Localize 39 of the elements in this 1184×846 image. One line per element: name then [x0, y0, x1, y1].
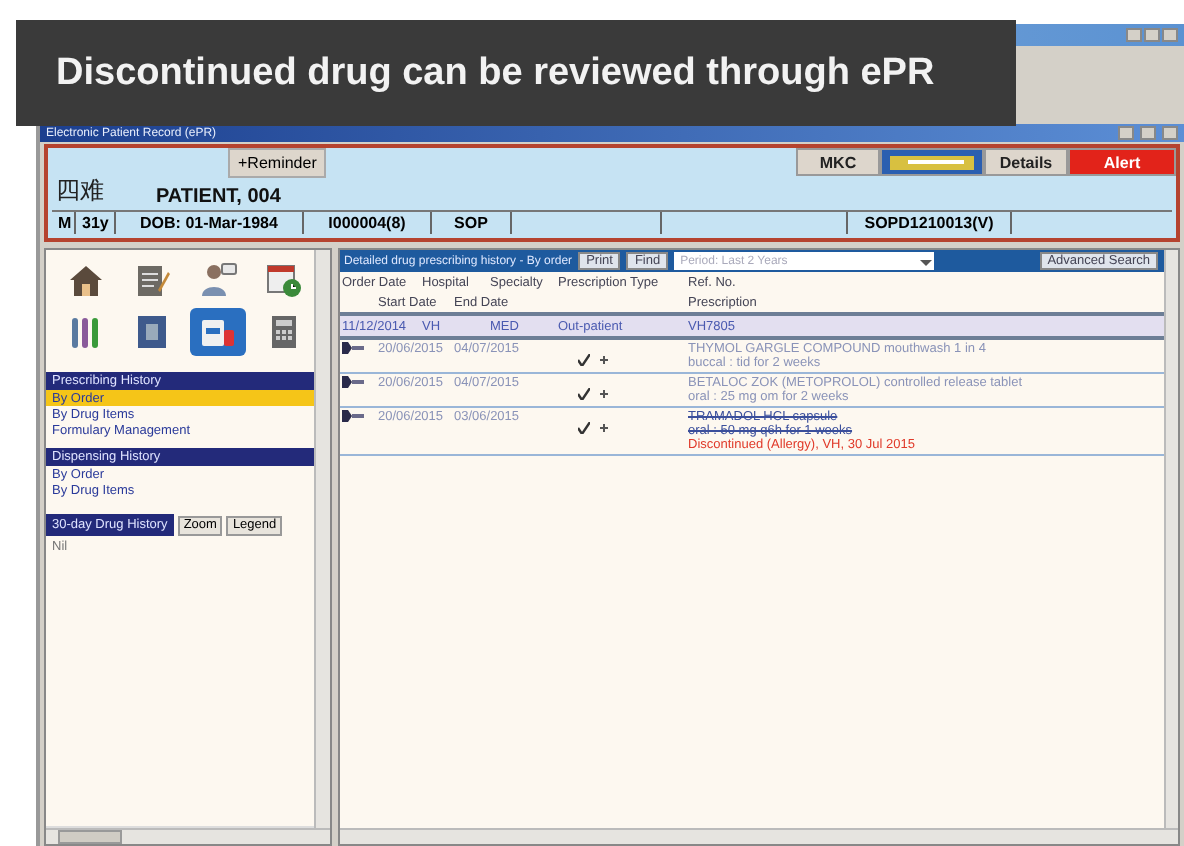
pill-icon [342, 410, 366, 422]
maximize-icon[interactable] [1144, 28, 1160, 42]
scrollbar[interactable] [46, 828, 330, 844]
minimize-icon[interactable] [1126, 28, 1142, 42]
chinese-name: 四难 [56, 174, 104, 208]
pill-icon [342, 342, 366, 354]
check-icon [578, 422, 590, 434]
details-button[interactable]: Details [984, 148, 1068, 176]
plus-icon [600, 424, 608, 432]
patient-info: DOB: 01-Mar-1984 [116, 212, 304, 234]
pill-icon [342, 376, 366, 388]
patient-info: M [52, 212, 76, 234]
scrollbar[interactable] [1164, 250, 1178, 828]
patient-info: I000004(8) [304, 212, 432, 234]
scrollbar[interactable] [340, 828, 1178, 844]
patient-info: SOP [432, 212, 512, 234]
close-icon[interactable] [1162, 126, 1178, 140]
patient-info: SOPD1210013(V) [848, 212, 1012, 234]
house-icon [66, 260, 106, 300]
logo-button[interactable] [880, 148, 984, 176]
tool-button[interactable] [190, 308, 246, 356]
caption-banner: Discontinued drug can be reviewed through ePR [16, 20, 1016, 126]
patient-info: 31y [76, 212, 116, 234]
x-ray-icon [132, 312, 172, 352]
check-icon [578, 388, 590, 400]
close-icon[interactable] [1162, 28, 1178, 42]
maximize-icon[interactable] [1140, 126, 1156, 140]
calendar-clock-icon [264, 260, 304, 300]
scrollbar[interactable] [314, 250, 330, 828]
doctor-icon [198, 260, 238, 300]
reminder-button[interactable]: +Reminder [228, 148, 327, 178]
minimize-icon[interactable] [1118, 126, 1134, 140]
plus-icon [600, 390, 608, 398]
notepad-icon [132, 260, 172, 300]
alert-button[interactable]: Alert [1068, 148, 1176, 176]
patient-name: PATIENT, 004 [156, 186, 281, 208]
mkc-button[interactable]: MKC [796, 148, 880, 176]
plus-icon [600, 356, 608, 364]
check-icon [578, 354, 590, 366]
